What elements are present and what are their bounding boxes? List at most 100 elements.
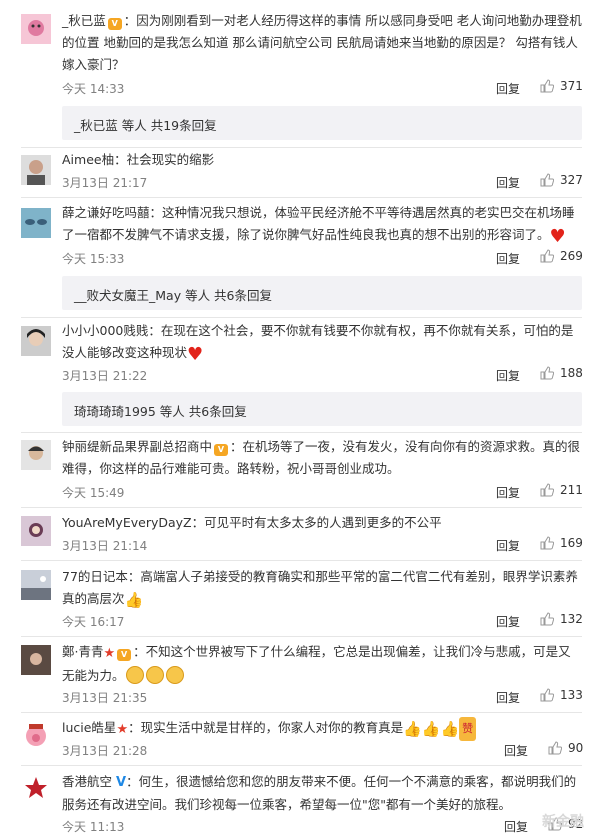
comment-text: 小小小000贱贱：在现在这个社会，要不你就有钱要不你就有权，再不你就有关系，可怕… bbox=[62, 323, 574, 365]
reply-button[interactable]: 回复 bbox=[496, 689, 520, 706]
comment-text: Aimee柚：社会现实的缩影 bbox=[62, 152, 215, 167]
reply-button[interactable]: 回复 bbox=[496, 174, 520, 191]
thumb-up-emoji-icon: 👍 bbox=[440, 720, 460, 738]
like-button[interactable]: 133 bbox=[540, 688, 583, 702]
username[interactable]: _秋已蓝 bbox=[62, 13, 106, 28]
thumb-up-icon bbox=[540, 173, 554, 187]
divider bbox=[21, 317, 582, 318]
like-button[interactable]: 169 bbox=[540, 536, 583, 550]
username[interactable]: 77的日记本 bbox=[62, 569, 128, 584]
avatar[interactable] bbox=[21, 14, 51, 44]
thumb-up-icon bbox=[540, 612, 554, 626]
like-button[interactable]: 371 bbox=[540, 79, 583, 93]
username[interactable]: Aimee柚 bbox=[62, 152, 114, 167]
reply-button[interactable]: 回复 bbox=[496, 80, 520, 97]
reply-button[interactable]: 回复 bbox=[496, 250, 520, 267]
avatar[interactable] bbox=[21, 645, 51, 675]
vip-icon: V bbox=[214, 444, 229, 456]
reply-button[interactable]: 回复 bbox=[496, 613, 520, 630]
like-count: 371 bbox=[560, 79, 583, 93]
reply-button[interactable]: 回复 bbox=[496, 484, 520, 501]
like-count: 133 bbox=[560, 688, 583, 702]
comment-time: 今天 14:33 bbox=[62, 82, 125, 96]
like-button[interactable]: 327 bbox=[540, 173, 583, 187]
avatar[interactable] bbox=[21, 208, 51, 238]
thumb-up-emoji-icon: 👍 bbox=[421, 720, 441, 738]
comment-text: 77的日记本：高端富人子弟接受的教育确实和那些平常的富二代官二代有差别，眼界学识… bbox=[62, 569, 578, 609]
divider bbox=[21, 197, 582, 198]
divider bbox=[21, 712, 582, 713]
divider bbox=[21, 147, 582, 148]
divider bbox=[21, 636, 582, 637]
avatar[interactable] bbox=[21, 326, 51, 356]
zan-badge-icon: 赞 bbox=[459, 717, 477, 741]
avatar[interactable] bbox=[21, 516, 51, 546]
avatar[interactable] bbox=[21, 440, 51, 470]
avatar[interactable] bbox=[21, 155, 51, 185]
thumb-up-icon bbox=[540, 536, 554, 550]
like-button[interactable]: 90 bbox=[548, 741, 583, 755]
comment-time: 今天 15:33 bbox=[62, 252, 125, 266]
star-icon: ★ bbox=[116, 722, 129, 737]
thumb-up-icon bbox=[540, 366, 554, 380]
username[interactable]: 小小小000贱贱 bbox=[62, 323, 148, 338]
username[interactable]: 鄭·青青 bbox=[62, 644, 103, 659]
sub-replies-link[interactable]: __败犬女魔王_May 等人 共6条回复 bbox=[62, 276, 582, 310]
reply-button[interactable]: 回复 bbox=[496, 537, 520, 554]
like-count: 269 bbox=[560, 249, 583, 263]
avatar[interactable] bbox=[21, 720, 51, 750]
like-button[interactable]: 211 bbox=[540, 483, 583, 497]
reply-button[interactable]: 回复 bbox=[496, 367, 520, 384]
sub-replies-link[interactable]: _秋已蓝 等人 共19条回复 bbox=[62, 106, 582, 140]
avatar[interactable] bbox=[21, 774, 51, 804]
username[interactable]: 香港航空 bbox=[62, 774, 112, 789]
sub-replies-link[interactable]: 琦琦琦琦1995 等人 共6条回复 bbox=[62, 392, 582, 426]
comment-time: 3月13日 21:28 bbox=[62, 744, 148, 758]
username[interactable]: YouAreMyEveryDayZ bbox=[62, 515, 192, 530]
divider bbox=[21, 560, 582, 561]
comment-time: 3月13日 21:22 bbox=[62, 369, 148, 383]
like-count: 327 bbox=[560, 173, 583, 187]
comment-text: _秋已蓝 V ：因为刚刚看到一对老人经历得这样的事情 所以感同身受吧 老人询问地勤办… bbox=[62, 13, 582, 72]
username[interactable]: 薛之谦好吃吗囍 bbox=[62, 205, 150, 220]
sad-face-icon bbox=[125, 666, 144, 684]
heart-icon: ♥ bbox=[549, 226, 566, 247]
like-count: 188 bbox=[560, 366, 583, 380]
thumb-up-icon bbox=[540, 688, 554, 702]
comment-time: 今天 16:17 bbox=[62, 615, 125, 629]
divider bbox=[21, 507, 582, 508]
thumb-up-icon bbox=[540, 483, 554, 497]
broken-heart-icon: ♥ bbox=[187, 344, 204, 365]
comment-text: 钟丽缇新品果界副总招商中 V ：在机场等了一夜，没有发火，没有向你有的资源求救。真的… bbox=[62, 439, 581, 476]
like-button[interactable]: 269 bbox=[540, 249, 583, 263]
comment-time: 今天 15:49 bbox=[62, 486, 125, 500]
thumb-up-icon bbox=[548, 741, 562, 755]
comment-text: 鄭·青青★ V ：不知这个世界被写下了什么编程，它总是出现偏差，让我们冷与悲戚，可是… bbox=[62, 644, 571, 684]
watermark: 新金融 bbox=[542, 814, 584, 830]
like-count: 132 bbox=[560, 612, 583, 626]
username[interactable]: 钟丽缇新品果界副总招商中 bbox=[62, 439, 212, 454]
vip-icon: V bbox=[107, 18, 122, 30]
thumb-up-emoji-icon: 👍 bbox=[124, 591, 144, 609]
verified-icon: V bbox=[116, 775, 127, 790]
reply-button[interactable]: 回复 bbox=[504, 818, 528, 835]
divider bbox=[21, 432, 582, 433]
comment-text: 香港航空 V：何生，很遗憾给您和您的朋友带来不便。任何一个不满意的乘客，都说明我… bbox=[62, 774, 577, 812]
thumb-up-icon bbox=[540, 79, 554, 93]
thumb-up-emoji-icon: 👍 bbox=[403, 720, 422, 738]
username[interactable]: lucie皓星 bbox=[62, 720, 116, 735]
reply-button[interactable]: 回复 bbox=[504, 742, 528, 759]
comment-time: 3月13日 21:17 bbox=[62, 176, 148, 190]
comment-time: 3月13日 21:14 bbox=[62, 539, 148, 553]
comment-text: lucie皓星★：现实生活中就是甘样的，你家人对你的教育真是👍👍👍 赞 bbox=[62, 717, 582, 741]
like-button[interactable]: 132 bbox=[540, 612, 583, 626]
like-count: 211 bbox=[560, 483, 583, 497]
sad-face-icon bbox=[165, 666, 184, 684]
comment-time: 今天 11:13 bbox=[62, 820, 125, 834]
like-button[interactable]: 188 bbox=[540, 366, 583, 380]
thumb-up-icon bbox=[540, 249, 554, 263]
sad-face-icon bbox=[145, 666, 164, 684]
avatar[interactable] bbox=[21, 570, 51, 600]
comment-text: 薛之谦好吃吗囍：这种情况我只想说，体验平民经济舱不平等待遇居然真的老实巴交在机场… bbox=[62, 205, 575, 247]
comment-text: YouAreMyEveryDayZ：可见平时有太多太多的人遇到更多的不公平 bbox=[62, 515, 442, 530]
